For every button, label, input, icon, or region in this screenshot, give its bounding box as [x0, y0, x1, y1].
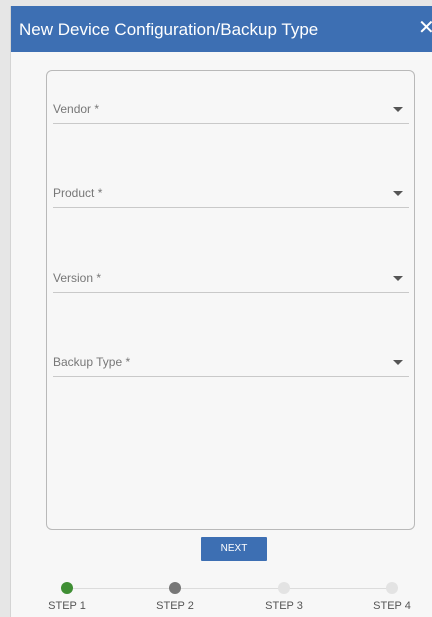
chevron-down-icon — [393, 276, 403, 281]
backup-type-select[interactable]: Backup Type * — [53, 347, 409, 377]
step-1-label: STEP 1 — [48, 600, 86, 612]
step-2[interactable]: STEP 2 — [145, 580, 205, 617]
dialog-title-bar: New Device Configuration/Backup Type ✕ — [11, 6, 432, 52]
step-connector-line — [66, 588, 396, 589]
product-select[interactable]: Product * — [53, 178, 409, 208]
step-4[interactable]: STEP 4 — [362, 580, 422, 617]
version-label: Version * — [53, 271, 102, 285]
chevron-down-icon — [393, 191, 403, 196]
configuration-form: Vendor * Product * Version * Backup Type… — [46, 70, 415, 530]
step-1-dot — [61, 582, 73, 594]
backup-type-label: Backup Type * — [53, 355, 131, 369]
product-label: Product * — [53, 186, 103, 200]
step-3-label: STEP 3 — [265, 600, 303, 612]
vendor-select[interactable]: Vendor * — [53, 94, 409, 124]
step-4-label: STEP 4 — [373, 600, 411, 612]
chevron-down-icon — [393, 360, 403, 365]
step-1[interactable]: STEP 1 — [37, 580, 97, 617]
step-2-dot — [169, 582, 181, 594]
step-progress: STEP 1 STEP 2 STEP 3 STEP 4 — [11, 580, 432, 617]
chevron-down-icon — [393, 107, 403, 112]
version-select[interactable]: Version * — [53, 263, 409, 293]
dialog-title: New Device Configuration/Backup Type — [19, 20, 319, 39]
device-config-dialog: New Device Configuration/Backup Type ✕ V… — [10, 6, 432, 617]
step-3[interactable]: STEP 3 — [254, 580, 314, 617]
step-4-dot — [386, 582, 398, 594]
vendor-label: Vendor * — [53, 102, 100, 116]
next-button[interactable]: NEXT — [201, 537, 267, 561]
close-icon[interactable]: ✕ — [418, 17, 432, 39]
step-2-label: STEP 2 — [156, 600, 194, 612]
step-3-dot — [278, 582, 290, 594]
